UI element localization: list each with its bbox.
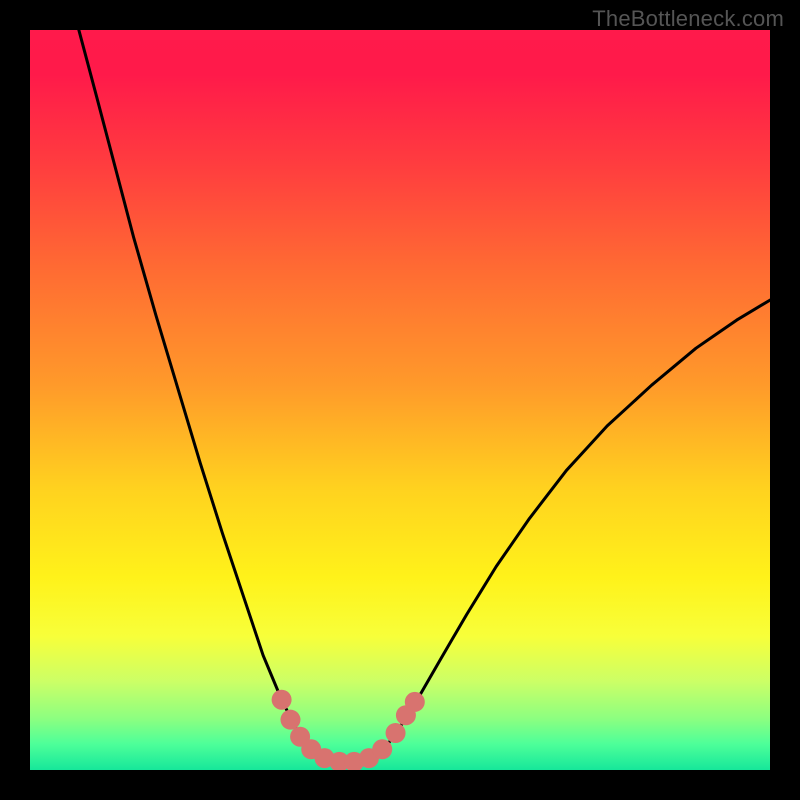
highlight-dot xyxy=(280,710,300,730)
plot-area xyxy=(30,30,770,770)
highlight-dot xyxy=(405,692,425,712)
highlight-dot xyxy=(386,723,406,743)
highlight-dot xyxy=(272,690,292,710)
bottleneck-curve xyxy=(79,30,770,763)
curve-layer xyxy=(30,30,770,770)
chart-frame: TheBottleneck.com xyxy=(0,0,800,800)
watermark-text: TheBottleneck.com xyxy=(592,6,784,32)
highlight-dot xyxy=(372,739,392,759)
